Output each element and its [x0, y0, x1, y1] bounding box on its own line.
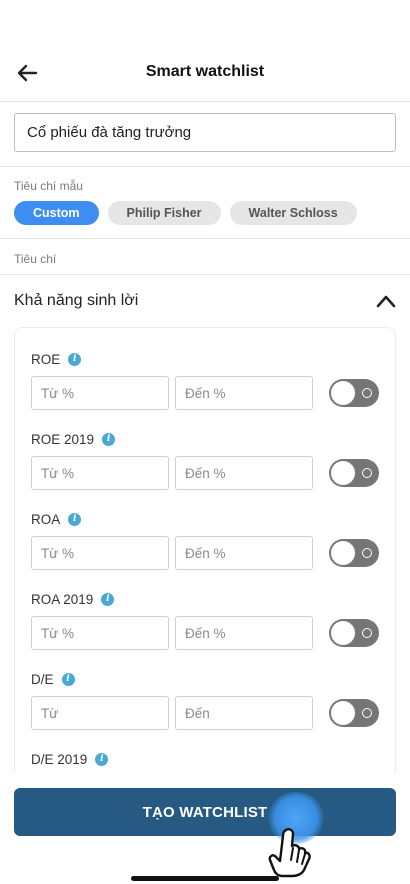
roe-toggle[interactable] — [329, 379, 379, 407]
criteria-card: ROE i ROE 2019 i ROA i — [14, 327, 396, 773]
criterion-row-roa-2019: ROA 2019 i — [31, 590, 383, 650]
roe-2019-to-input[interactable] — [175, 456, 313, 490]
create-watchlist-button[interactable]: TẠO WATCHLIST — [14, 788, 396, 836]
criterion-row-de: D/E i — [31, 670, 383, 730]
chip-philip-fisher[interactable]: Philip Fisher — [107, 201, 221, 225]
info-icon[interactable]: i — [68, 352, 82, 366]
divider — [0, 166, 410, 167]
roa-2019-from-input[interactable] — [31, 616, 169, 650]
info-icon[interactable]: i — [101, 592, 115, 606]
de-from-input[interactable] — [31, 696, 169, 730]
template-chips: Custom Philip Fisher Walter Schloss — [14, 201, 357, 225]
chevron-up-icon[interactable] — [376, 291, 396, 311]
criterion-row-de-2019: D/E 2019 i — [31, 750, 383, 768]
group-title: Khả năng sinh lời — [14, 292, 139, 309]
roe-to-input[interactable] — [175, 376, 313, 410]
criterion-label: ROA 2019 — [31, 591, 94, 607]
info-icon[interactable]: i — [68, 512, 82, 526]
template-criteria-label: Tiêu chí mẫu — [14, 179, 83, 193]
criterion-label: ROE — [31, 351, 61, 367]
info-icon[interactable]: i — [61, 672, 75, 686]
criteria-label: Tiêu chí — [14, 252, 57, 266]
criterion-label: ROA — [31, 511, 61, 527]
watchlist-name-input[interactable] — [14, 113, 396, 152]
home-indicator — [131, 876, 279, 881]
criterion-row-roa: ROA i — [31, 510, 383, 570]
chip-walter-schloss[interactable]: Walter Schloss — [229, 201, 357, 225]
criterion-label: D/E 2019 — [31, 751, 88, 767]
criterion-row-roe-2019: ROE 2019 i — [31, 430, 383, 490]
criterion-label: ROE 2019 — [31, 431, 95, 447]
roa-to-input[interactable] — [175, 536, 313, 570]
header-bar: Smart watchlist — [0, 40, 410, 102]
roe-2019-from-input[interactable] — [31, 456, 169, 490]
criterion-row-roe: ROE i — [31, 350, 383, 410]
roa-from-input[interactable] — [31, 536, 169, 570]
roa-2019-toggle[interactable] — [329, 619, 379, 647]
roe-2019-toggle[interactable] — [329, 459, 379, 487]
profitability-group-header[interactable]: Khả năng sinh lời — [0, 275, 410, 327]
info-icon[interactable]: i — [95, 752, 109, 766]
page-title: Smart watchlist — [145, 63, 265, 80]
divider — [0, 238, 410, 239]
info-icon[interactable]: i — [102, 432, 116, 446]
de-toggle[interactable] — [329, 699, 379, 727]
chip-custom[interactable]: Custom — [14, 201, 99, 225]
criterion-label: D/E — [31, 671, 54, 687]
roa-toggle[interactable] — [329, 539, 379, 567]
roe-from-input[interactable] — [31, 376, 169, 410]
roa-2019-to-input[interactable] — [175, 616, 313, 650]
de-to-input[interactable] — [175, 696, 313, 730]
